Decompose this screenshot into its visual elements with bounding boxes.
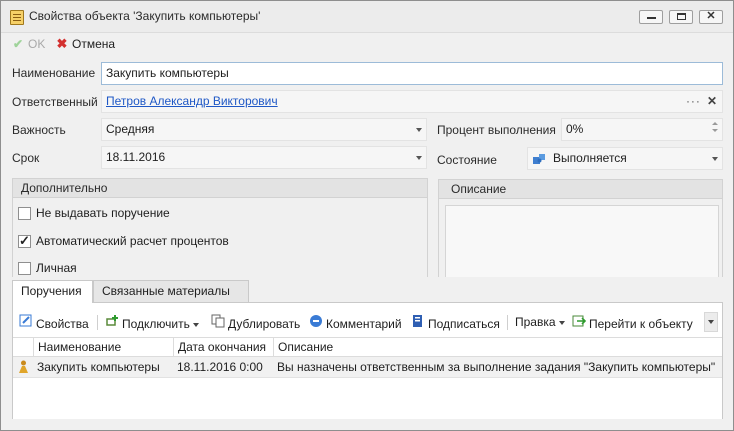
toolbar-separator [97,315,98,330]
table-header: Наименование Дата окончания Описание [13,337,722,357]
ok-button[interactable]: ✔ OK [11,36,45,52]
state-select[interactable]: Выполняется [527,147,723,170]
importance-label: Важность [12,123,66,137]
importance-select[interactable]: Средняя [101,118,427,141]
cancel-button[interactable]: ✖ Отмена [55,36,116,52]
name-label: Наименование [12,66,96,80]
toolbar-overflow-button[interactable] [704,312,718,332]
chevron-down-icon [416,128,422,132]
checkbox-personal[interactable] [18,262,31,275]
duplicate-label: Дублировать [228,317,301,331]
sign-label: Подписаться [428,317,500,331]
checkbox-no-issue[interactable] [18,207,31,220]
maximize-button[interactable] [669,10,693,24]
row-name: Закупить компьютеры [37,360,160,374]
connect-label: Подключить [122,317,190,331]
state-label: Состояние [437,153,497,167]
chevron-down-icon [416,156,422,160]
chevron-down-icon [192,322,199,327]
checkbox-auto-percent[interactable] [18,233,31,249]
edit-menu-button[interactable]: Правка [515,314,565,330]
duplicate-button[interactable]: Дублировать [211,314,301,331]
edit-label: Правка [515,315,556,329]
puzzle-icon [533,154,545,164]
checkbox-auto-percent-label: Автоматический расчет процентов [36,234,229,248]
comment-icon [310,315,322,327]
description-title: Описание [439,180,722,199]
row-description: Вы назначены ответственным за выполнение… [277,360,716,374]
properties-label: Свойства [36,317,89,331]
properties-dialog: Свойства объекта 'Закупить компьютеры' ✕… [0,0,734,431]
name-value: Закупить компьютеры [106,66,229,80]
state-value: Выполняется [553,151,627,165]
table-row[interactable]: Закупить компьютеры 18.11.2016 0:00 Вы н… [13,357,722,378]
cross-icon: ✖ [56,36,68,51]
header-icon-column [13,338,33,356]
goto-object-button[interactable]: Перейти к объекту [572,314,693,331]
column-header-end-date[interactable]: Дата окончания [173,338,273,356]
close-button[interactable]: ✕ [699,10,723,24]
properties-button[interactable]: Свойства [19,314,89,331]
edit-icon [19,314,32,327]
additional-title: Дополнительно [13,179,427,198]
importance-value: Средняя [106,122,155,136]
percent-value: 0% [566,122,584,136]
checkbox-no-issue-label: Не выдавать поручение [36,206,170,220]
checkbox-personal-label: Личная [36,261,77,275]
deadline-date-picker[interactable]: 18.11.2016 [101,146,427,169]
minimize-icon [647,17,656,19]
percent-label: Процент выполнения [437,123,556,137]
sign-button[interactable]: Подписаться [411,314,500,331]
chevron-down-icon [712,157,718,161]
ellipsis-icon[interactable]: ··· [686,94,701,108]
copy-icon [211,314,225,328]
spin-arrows-icon[interactable] [712,122,718,136]
checkmark-icon: ✔ [12,37,24,51]
action-bar: ✔ OK ✖ Отмена [1,33,733,55]
comment-button[interactable]: Комментарий [309,314,402,331]
responsible-label: Ответственный [12,95,98,109]
goto-object-label: Перейти к объекту [589,317,693,331]
responsible-field[interactable]: Петров Александр Викторович ··· ✕ [101,90,723,113]
toolbar-separator [507,315,508,330]
clear-icon[interactable]: ✕ [707,94,718,108]
connect-button[interactable]: Подключить [105,314,199,331]
grid-toolbar: Свойства Подключить Дублировать Коммента… [13,303,722,337]
chevron-down-icon [558,320,565,325]
description-textarea[interactable] [445,205,719,277]
tab-related-materials[interactable]: Связанные материалы [93,280,249,302]
responsible-link[interactable]: Петров Александр Викторович [106,94,278,108]
column-header-description[interactable]: Описание [273,338,722,356]
window-title: Свойства объекта 'Закупить компьютеры' [29,9,261,23]
ok-label: OK [28,37,46,51]
assignments-panel: Свойства Подключить Дублировать Коммента… [12,302,723,419]
additional-group: Дополнительно Не выдавать поручение Авто… [12,178,428,277]
tab-assignments[interactable]: Поручения [12,280,93,303]
column-header-name[interactable]: Наименование [33,338,173,356]
deadline-label: Срок [12,151,40,165]
title-bar[interactable]: Свойства объекта 'Закупить компьютеры' ✕ [1,1,733,33]
table-empty-area [13,378,722,419]
description-group: Описание [438,179,723,277]
cancel-label: Отмена [72,37,116,51]
row-end-date: 18.11.2016 0:00 [177,360,263,374]
add-link-icon [106,315,118,326]
subscribe-icon [413,315,422,327]
percent-stepper[interactable]: 0% [561,118,723,141]
deadline-value: 18.11.2016 [106,150,166,164]
document-icon [10,10,24,25]
goto-icon [572,315,587,327]
close-icon: ✕ [706,10,716,22]
maximize-icon [677,13,686,20]
person-icon [19,360,28,373]
comment-label: Комментарий [326,317,402,331]
name-input[interactable]: Закупить компьютеры [101,62,723,85]
minimize-button[interactable] [639,10,663,24]
